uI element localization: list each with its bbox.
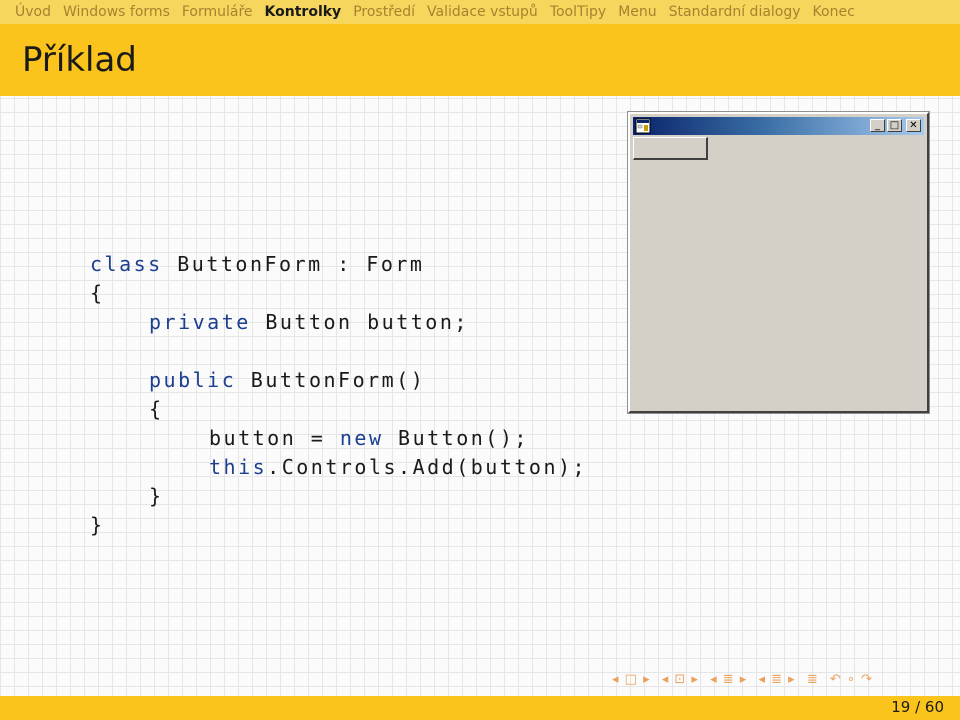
code-line-7: this.Controls.Add(button);: [209, 453, 587, 481]
code-text: button =: [209, 426, 340, 450]
app-window-icon: [635, 118, 651, 134]
footer-bar: 19 / 60: [0, 696, 960, 720]
nav-search-icon[interactable]: ↶ ∘ ↷: [830, 672, 873, 687]
close-button[interactable]: ✕: [906, 119, 921, 132]
nav-frame-icon[interactable]: ◂ □ ▸: [612, 672, 651, 687]
nav-part-icon[interactable]: ◂ ≣ ▸: [758, 672, 795, 687]
maximize-button[interactable]: □: [887, 119, 902, 132]
code-text: .Controls.Add(button);: [267, 455, 588, 479]
nav-item-uvod[interactable]: Úvod: [15, 4, 51, 20]
code-keyword: new: [339, 426, 384, 450]
nav-item-konec[interactable]: Konec: [813, 4, 855, 20]
beamer-navigation: ◂ □ ▸ ◂ ⊡ ▸ ◂ ≣ ▸ ◂ ≣ ▸ ≣ ↶ ∘ ↷: [612, 672, 879, 692]
nav-item-validace[interactable]: Validace vstupů: [427, 4, 538, 20]
code-line-2: {: [90, 281, 105, 305]
code-line-3: private Button button;: [149, 308, 469, 336]
code-line-6: button = new Button();: [209, 424, 529, 452]
page-number: 19 / 60: [891, 698, 944, 716]
code-text: Button();: [383, 426, 529, 450]
code-line-8: }: [149, 484, 164, 508]
code-keyword: class: [90, 252, 163, 276]
slide-title: Příklad: [22, 40, 137, 80]
form-window-screenshot: _ □ ✕: [628, 112, 929, 413]
code-keyword: this: [209, 455, 268, 479]
nav-item-prostredi[interactable]: Prostředí: [353, 4, 415, 20]
top-navigation: Úvod Windows forms Formuláře Kontrolky P…: [0, 0, 960, 24]
nav-item-kontrolky[interactable]: Kontrolky: [265, 4, 342, 20]
code-keyword: public: [149, 368, 237, 392]
nav-item-formulare[interactable]: Formuláře: [182, 4, 253, 20]
code-line-5: {: [149, 397, 164, 421]
nav-item-tooltipy[interactable]: ToolTipy: [550, 4, 606, 20]
nav-item-windows-forms[interactable]: Windows forms: [63, 4, 170, 20]
nav-toc-icon[interactable]: ≣: [807, 672, 819, 687]
nav-item-menu[interactable]: Menu: [618, 4, 656, 20]
code-keyword: private: [149, 310, 251, 334]
code-text: ButtonForm : Form: [162, 252, 425, 276]
form-button[interactable]: [633, 137, 708, 160]
nav-item-dialogy[interactable]: Standardní dialogy: [669, 4, 801, 20]
code-line-1: class ButtonForm : Form: [90, 250, 424, 278]
slide-title-bar: Příklad: [0, 24, 960, 96]
code-text: ButtonForm(): [236, 368, 426, 392]
nav-subsection-icon[interactable]: ◂ ⊡ ▸: [662, 672, 699, 687]
code-line-4: public ButtonForm(): [149, 366, 425, 394]
code-line-9: }: [90, 513, 105, 537]
nav-section-icon[interactable]: ◂ ≣ ▸: [710, 672, 747, 687]
window-title-bar: _ □ ✕: [633, 117, 924, 135]
minimize-button[interactable]: _: [870, 119, 885, 132]
code-text: Button button;: [250, 310, 469, 334]
